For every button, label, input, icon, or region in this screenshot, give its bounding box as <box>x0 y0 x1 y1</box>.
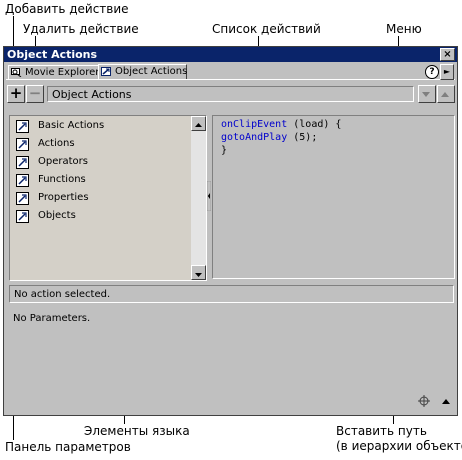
toolbox-item-label: Operators <box>38 156 88 167</box>
callout-delete-action: Удалить действие <box>23 22 139 36</box>
tabs-divider <box>6 79 455 80</box>
toolbox-item-basic-actions[interactable]: Basic Actions <box>14 118 206 136</box>
code-keyword: onClipEvent <box>221 119 288 130</box>
toolbox-item-label: Basic Actions <box>38 120 105 131</box>
book-icon <box>16 174 29 187</box>
callout-add-action: Добавить действие <box>5 2 129 16</box>
window-title: Object Actions <box>7 48 98 61</box>
arrow-up-icon <box>441 92 449 97</box>
action-title-field: Object Actions <box>47 86 414 102</box>
code-text: (load) { <box>287 119 342 130</box>
panel-menu-button[interactable]: ► <box>440 64 454 80</box>
minus-icon: − <box>28 84 42 102</box>
window-titlebar[interactable]: Object Actions × <box>4 47 457 62</box>
tab-object-actions[interactable]: Object Actions <box>98 64 187 80</box>
toolbox-item-label: Properties <box>38 192 89 203</box>
toolbox-item-objects[interactable]: Objects <box>14 208 206 226</box>
tab-bar: Movie Explorer Object Actions ? ► <box>6 64 455 80</box>
tab-object-actions-label: Object Actions <box>115 66 188 77</box>
toolbox-scrollbar[interactable] <box>191 116 206 280</box>
book-icon <box>16 138 29 151</box>
code-line-3: } <box>221 145 228 156</box>
help-button[interactable]: ? <box>425 65 439 79</box>
pane-splitter-handle[interactable] <box>207 181 211 211</box>
toolbox-item-actions[interactable]: Actions <box>14 136 206 154</box>
code-line-1: onClipEvent (load) { <box>221 118 454 131</box>
menu-arrow-icon: ► <box>443 67 451 76</box>
callout-insert-path-line1: Вставить путь <box>336 424 427 438</box>
scroll-down-button[interactable] <box>191 265 206 280</box>
callout-language-elements: Элементы языка <box>84 424 190 438</box>
callout-params-panel: Панель параметров <box>5 440 131 454</box>
delete-action-button[interactable]: − <box>26 85 44 103</box>
toolbox-item-properties[interactable]: Properties <box>14 190 206 208</box>
move-up-button[interactable] <box>437 85 455 103</box>
object-actions-icon <box>101 67 111 76</box>
parameters-panel: No Parameters. <box>9 305 454 405</box>
code-line-2: gotoAndPlay (5); <box>221 131 454 144</box>
book-icon <box>16 192 29 205</box>
book-icon <box>16 120 29 133</box>
collapse-params-icon[interactable] <box>441 397 451 405</box>
movie-explorer-icon <box>11 68 22 77</box>
object-actions-window: Object Actions × Movie Explorer Object A… <box>3 46 458 416</box>
callout-insert-path: Вставить путь (в иерархии объектов) <box>336 424 462 454</box>
plus-icon: + <box>9 84 23 102</box>
actions-toolbar: + − Object Actions <box>7 84 455 104</box>
tab-movie-explorer[interactable]: Movie Explorer <box>8 65 101 80</box>
book-icon <box>16 210 29 223</box>
language-elements-list: Basic Actions Actions Operators Function… <box>9 115 207 281</box>
callout-insert-path-line2: (в иерархии объектов) <box>336 439 462 453</box>
scroll-up-icon <box>195 123 202 127</box>
scroll-down-icon <box>195 273 202 277</box>
arrow-down-icon <box>422 92 430 97</box>
toolbox-item-label: Functions <box>38 174 86 185</box>
insert-target-path-icon[interactable] <box>418 395 430 407</box>
actions-script-editor[interactable]: onClipEvent (load) { gotoAndPlay (5); } <box>212 115 455 279</box>
move-down-button[interactable] <box>418 85 436 103</box>
code-keyword: gotoAndPlay <box>221 132 288 143</box>
toolbox-item-operators[interactable]: Operators <box>14 154 206 172</box>
toolbox-item-label: Objects <box>38 210 76 221</box>
add-action-button[interactable]: + <box>7 85 25 103</box>
status-bar: No action selected. <box>9 285 454 303</box>
code-text: (5); <box>287 132 318 143</box>
close-icon: × <box>443 49 452 60</box>
toolbox-item-label: Actions <box>38 138 75 149</box>
callout-actions-list: Список действий <box>212 22 321 36</box>
scroll-up-button[interactable] <box>191 116 206 131</box>
help-icon: ? <box>429 67 435 77</box>
close-button[interactable]: × <box>440 48 455 61</box>
book-icon <box>16 156 29 169</box>
callout-menu: Меню <box>386 22 422 36</box>
toolbox-item-functions[interactable]: Functions <box>14 172 206 190</box>
tab-movie-explorer-label: Movie Explorer <box>25 67 100 78</box>
parameters-text: No Parameters. <box>13 313 91 324</box>
